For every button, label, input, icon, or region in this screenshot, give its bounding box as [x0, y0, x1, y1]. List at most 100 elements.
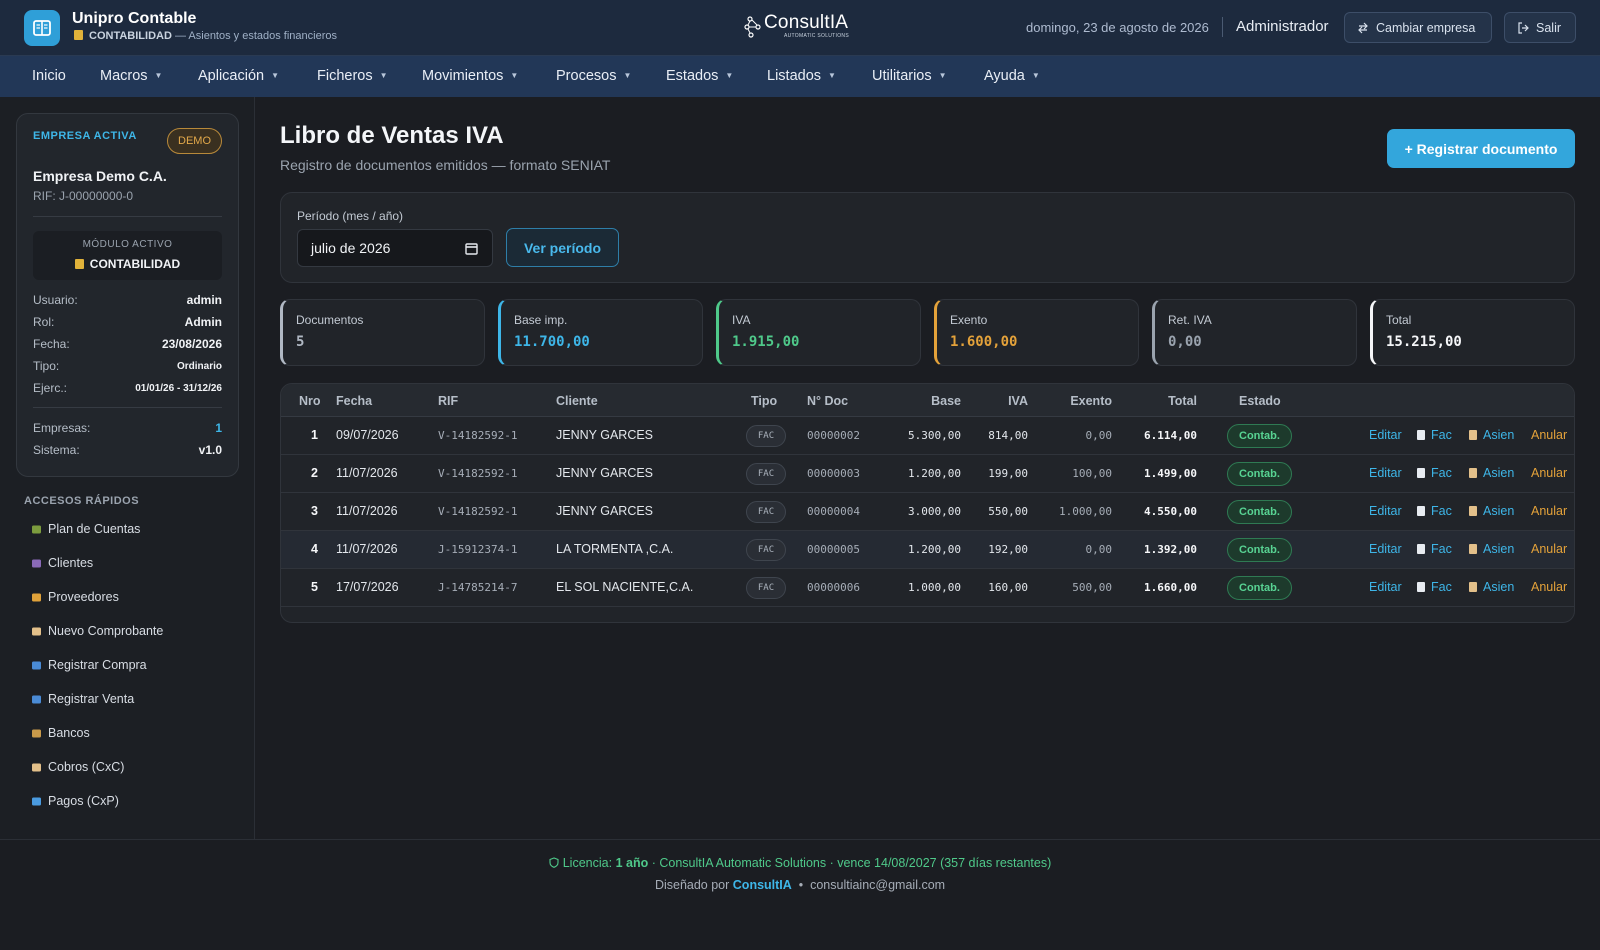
- cell-nro: 3: [311, 504, 318, 518]
- menu-inicio[interactable]: Inicio: [32, 68, 66, 84]
- quick-link[interactable]: Registrar Compra: [30, 655, 230, 675]
- quick-link[interactable]: Cobros (CxC): [30, 757, 230, 777]
- chevron-down-icon: ▼: [510, 71, 519, 80]
- divider: [33, 216, 222, 217]
- stat-value: 5: [296, 334, 305, 350]
- edit-link[interactable]: Editar: [1369, 542, 1402, 556]
- quick-link[interactable]: Bancos: [30, 723, 230, 743]
- stat-value: 11.700,00: [514, 334, 590, 350]
- company-name: Empresa Demo C.A.: [33, 168, 167, 184]
- designer-link[interactable]: ConsultIA: [733, 878, 792, 892]
- menu-aplicacion[interactable]: Aplicación ▼: [198, 68, 279, 84]
- edit-link[interactable]: Editar: [1369, 428, 1402, 442]
- divider: [33, 407, 222, 408]
- register-document-button[interactable]: + Registrar documento: [1387, 129, 1575, 168]
- table-row[interactable]: 3 11/07/2026 V-14182592-1 JENNY GARCES FAC 00…: [281, 493, 1574, 531]
- invoice-link[interactable]: Fac: [1417, 580, 1452, 594]
- invoice-link[interactable]: Fac: [1417, 428, 1452, 442]
- menu-macros[interactable]: Macros ▼: [100, 68, 162, 84]
- entry-link[interactable]: Asien: [1469, 542, 1514, 556]
- menu-procesos[interactable]: Procesos ▼: [556, 68, 631, 84]
- cell-nro: 5: [311, 580, 318, 594]
- cell-ndoc: 00000003: [807, 467, 860, 480]
- quick-link[interactable]: Pagos (CxP): [30, 791, 230, 811]
- brand-name: ConsultIA: [764, 12, 849, 33]
- chevron-down-icon: ▼: [938, 71, 947, 80]
- menu-movimientos[interactable]: Movimientos ▼: [422, 68, 518, 84]
- switch-company-button[interactable]: Cambiar empresa: [1344, 12, 1492, 43]
- app-logo-icon: [24, 10, 60, 46]
- entry-link[interactable]: Asien: [1469, 504, 1514, 518]
- menu-listados[interactable]: Listados ▼: [767, 68, 836, 84]
- logout-button[interactable]: Salir: [1504, 12, 1576, 43]
- menu-ficheros[interactable]: Ficheros ▼: [317, 68, 388, 84]
- page-title: Libro de Ventas IVA: [280, 122, 504, 149]
- cell-ndoc: 00000006: [807, 581, 860, 594]
- entry-link[interactable]: Asien: [1469, 466, 1514, 480]
- view-period-button[interactable]: Ver período: [506, 228, 619, 267]
- col-cliente: Cliente: [556, 394, 598, 408]
- edit-link[interactable]: Editar: [1369, 466, 1402, 480]
- info-rol: Rol: Admin: [33, 315, 222, 329]
- stat-card: Base imp. 11.700,00: [498, 299, 703, 366]
- brand-tagline: AUTOMATIC SOLUTIONS: [784, 33, 849, 39]
- card-icon: [30, 795, 42, 807]
- table-row[interactable]: 1 09/07/2026 V-14182592-1 JENNY GARCES FAC 00…: [281, 417, 1574, 455]
- quick-link[interactable]: Nuevo Comprobante: [30, 621, 230, 641]
- void-link[interactable]: Anular: [1531, 466, 1567, 480]
- stat-label: Exento: [950, 313, 988, 327]
- cell-cliente: EL SOL NACIENTE,C.A.: [556, 580, 694, 594]
- void-link[interactable]: Anular: [1531, 428, 1567, 442]
- receipt-icon: [30, 761, 42, 773]
- quick-link[interactable]: Clientes: [30, 553, 230, 573]
- cell-ndoc: 00000005: [807, 543, 860, 556]
- quick-link[interactable]: Plan de Cuentas: [30, 519, 230, 539]
- invoice-link[interactable]: Fac: [1417, 542, 1452, 556]
- invoice-link[interactable]: Fac: [1417, 504, 1452, 518]
- contact-email[interactable]: consultiainc@gmail.com: [810, 878, 945, 892]
- table-row[interactable]: 5 17/07/2026 J-14785214-7 EL SOL NACIENTE,C…: [281, 569, 1574, 607]
- void-link[interactable]: Anular: [1531, 542, 1567, 556]
- sales-book-table: Nro Fecha RIF Cliente Tipo N° Doc Base I…: [280, 383, 1575, 623]
- quick-link[interactable]: Registrar Venta: [30, 689, 230, 709]
- module-value: CONTABILIDAD: [33, 257, 222, 271]
- truck-icon: [30, 591, 42, 603]
- period-label: Período (mes / año): [297, 209, 404, 223]
- menu-ayuda[interactable]: Ayuda ▼: [984, 68, 1040, 84]
- entry-link[interactable]: Asien: [1469, 428, 1514, 442]
- calendar-icon[interactable]: [465, 242, 478, 255]
- table-row[interactable]: 4 11/07/2026 J-15912374-1 LA TORMENTA ,C.A.…: [281, 531, 1574, 569]
- sidebar: EMPRESA ACTIVA DEMO Empresa Demo C.A. RI…: [0, 97, 255, 839]
- cell-total: 1.392,00: [1144, 543, 1197, 556]
- cell-rif: J-15912374-1: [438, 543, 518, 556]
- chevron-down-icon: ▼: [725, 71, 734, 80]
- cell-base: 3.000,00: [908, 505, 961, 518]
- current-date: domingo, 23 de agosto de 2026: [1026, 20, 1209, 35]
- void-link[interactable]: Anular: [1531, 580, 1567, 594]
- cell-cliente: JENNY GARCES: [556, 428, 654, 442]
- quick-link[interactable]: Proveedores: [30, 587, 230, 607]
- company-rif: RIF: J-00000000-0: [33, 189, 134, 203]
- stat-card: IVA 1.915,00: [716, 299, 921, 366]
- cell-nro: 4: [311, 542, 318, 556]
- col-tipo: Tipo: [751, 394, 778, 408]
- info-tipo: Tipo: Ordinario: [33, 359, 222, 373]
- cell-ndoc: 00000002: [807, 429, 860, 442]
- period-input[interactable]: julio de 2026: [297, 229, 493, 267]
- chevron-down-icon: ▼: [828, 71, 836, 80]
- cell-iva: 192,00: [988, 543, 1028, 556]
- menu-utilitarios[interactable]: Utilitarios ▼: [872, 68, 947, 84]
- cell-iva: 160,00: [988, 581, 1028, 594]
- menu-estados[interactable]: Estados ▼: [666, 68, 733, 84]
- table-row[interactable]: 2 11/07/2026 V-14182592-1 JENNY GARCES FAC 00…: [281, 455, 1574, 493]
- edit-link[interactable]: Editar: [1369, 504, 1402, 518]
- void-link[interactable]: Anular: [1531, 504, 1567, 518]
- footer: Licencia: 1 año · ConsultIA Automatic So…: [0, 839, 1600, 950]
- entry-link[interactable]: Asien: [1469, 580, 1514, 594]
- document-icon: [1417, 582, 1425, 592]
- info-usuario: Usuario: admin: [33, 293, 222, 307]
- invoice-link[interactable]: Fac: [1417, 466, 1452, 480]
- edit-link[interactable]: Editar: [1369, 580, 1402, 594]
- cell-cliente: JENNY GARCES: [556, 466, 654, 480]
- demo-badge: DEMO: [167, 128, 222, 154]
